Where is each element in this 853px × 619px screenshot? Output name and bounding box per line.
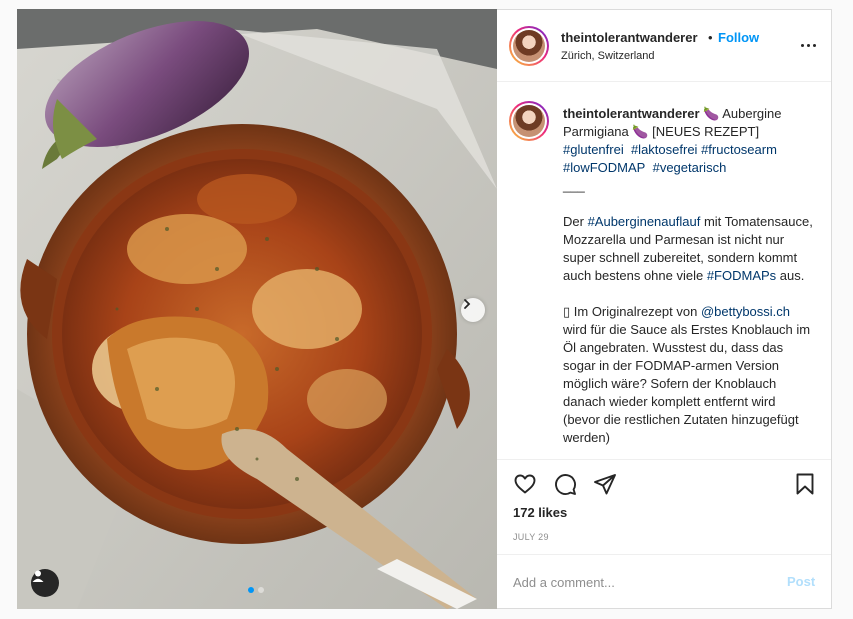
next-photo-button[interactable] [461, 298, 485, 322]
carousel-dot [258, 587, 264, 593]
avatar-image [513, 30, 545, 62]
header-separator: • [708, 30, 713, 45]
caption-text: wird für die Sauce als Erstes Knoblauch … [563, 322, 811, 445]
hashtag-link[interactable]: #vegetarisch [653, 160, 727, 175]
hashtag-link[interactable]: #FODMAPs [707, 268, 776, 283]
more-options-button[interactable] [797, 36, 819, 54]
share-icon[interactable] [593, 472, 617, 496]
hashtag-link[interactable]: #lowFODMAP [563, 160, 645, 175]
caption-text: aus. [776, 268, 805, 283]
caption-username[interactable]: theintolerantwanderer [563, 106, 700, 121]
carousel-indicator [248, 587, 264, 593]
caption-text: Im Originalrezept von [570, 304, 701, 319]
like-count[interactable]: 172 likes [513, 505, 567, 520]
post-side-panel: theintolerantwanderer • Follow Zürich, S… [497, 9, 832, 609]
author-username[interactable]: theintolerantwanderer [561, 30, 698, 45]
caption-title-suffix: [NEUES REZEPT] [648, 124, 760, 139]
bookmark-icon[interactable] [793, 472, 817, 496]
caption-divider: ___ [563, 178, 585, 193]
caption-avatar[interactable] [509, 101, 549, 141]
caption-paragraph-1: Der #Auberginenauflauf mit Tomatensauce,… [563, 213, 813, 285]
post-actions: 172 likes JULY 29 Post [497, 459, 831, 610]
caption-text: Der [563, 214, 588, 229]
hashtag-link[interactable]: #glutenfrei [563, 142, 624, 157]
post-photo[interactable] [17, 9, 497, 609]
chevron-right-icon [464, 299, 471, 309]
heart-icon[interactable] [513, 472, 537, 496]
more-horizontal-icon [800, 43, 804, 47]
follow-button[interactable]: Follow [718, 30, 759, 45]
food-photo-image [17, 9, 497, 609]
post-location[interactable]: Zürich, Switzerland [561, 50, 655, 62]
post-caption: theintolerantwanderer 🍆 Aubergine Parmig… [563, 105, 813, 459]
hashtag-link[interactable]: #laktosefrei [631, 142, 697, 157]
mention-link[interactable]: @bettybossi.ch [701, 304, 790, 319]
hashtag-link[interactable]: #Auberginenauflauf [588, 214, 701, 229]
comment-bar: Post [497, 554, 831, 610]
comment-icon[interactable] [553, 472, 577, 496]
user-icon [32, 570, 44, 582]
avatar-image [513, 105, 545, 137]
caption-paragraph-2: ▯ Im Originalrezept von @bettybossi.ch w… [563, 303, 813, 447]
eggplant-emoji-icon: 🍆 [632, 124, 649, 139]
comment-input[interactable] [513, 570, 773, 594]
caption-title-block: theintolerantwanderer 🍆 Aubergine Parmig… [563, 105, 813, 195]
author-avatar[interactable] [509, 26, 549, 66]
post-date[interactable]: JULY 29 [513, 532, 549, 542]
eggplant-emoji-icon: 🍆 [703, 106, 720, 121]
hashtag-link[interactable]: #fructosearm [701, 142, 777, 157]
post-comment-button[interactable]: Post [787, 574, 815, 589]
post-header: theintolerantwanderer • Follow Zürich, S… [497, 10, 831, 82]
caption-scroll-area[interactable]: theintolerantwanderer 🍆 Aubergine Parmig… [497, 83, 831, 459]
tagged-users-button[interactable] [31, 569, 59, 597]
carousel-dot-active [248, 587, 254, 593]
